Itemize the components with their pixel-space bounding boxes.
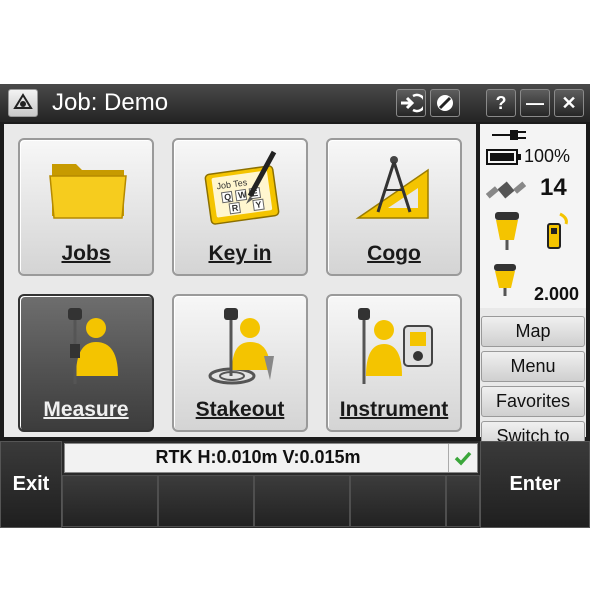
close-button[interactable]: ✕ bbox=[554, 89, 584, 117]
map-button[interactable]: Map bbox=[481, 316, 585, 347]
menu-button[interactable]: Menu bbox=[481, 351, 585, 382]
folder-icon bbox=[49, 164, 127, 219]
gnss-receiver-icon bbox=[495, 212, 519, 250]
login-button[interactable] bbox=[396, 89, 426, 117]
arrow-into-icon bbox=[401, 93, 423, 113]
rtk-precision-text: RTK H:0.010m V:0.015m bbox=[155, 447, 361, 467]
cogo-icon bbox=[355, 156, 429, 219]
exit-button[interactable]: Exit bbox=[0, 441, 62, 528]
instrument-tile[interactable]: Instrument bbox=[326, 294, 462, 432]
keyin-tile[interactable]: Job Tes Q W E R Y Key in bbox=[172, 138, 308, 276]
rtk-status-bar[interactable]: RTK H:0.010m V:0.015m bbox=[64, 443, 478, 473]
antenna-height: 2.000 bbox=[534, 284, 580, 304]
page-title: Job: Demo bbox=[52, 89, 169, 116]
app-window: Job: Demo ? — ✕ Jobs Job Tes Q W E R Y K… bbox=[0, 84, 590, 528]
side-panel: 100% 14 2.000 Map Menu Favorites Switch … bbox=[480, 124, 586, 451]
help-button[interactable]: ? bbox=[486, 89, 516, 117]
instrument-label: Instrument bbox=[339, 398, 449, 421]
cogo-label: Cogo bbox=[367, 242, 421, 265]
radio-controller-icon bbox=[547, 212, 568, 249]
softkey-5[interactable] bbox=[446, 475, 480, 527]
minimize-button[interactable]: — bbox=[520, 89, 550, 117]
title-bar: Job: Demo ? — ✕ bbox=[0, 84, 590, 122]
favorites-button-label: Favorites bbox=[495, 391, 571, 411]
softkey-1[interactable] bbox=[62, 475, 158, 527]
map-button-label: Map bbox=[515, 321, 551, 341]
check-icon bbox=[454, 451, 472, 466]
rtk-check-cell bbox=[448, 444, 477, 472]
softkey-2[interactable] bbox=[158, 475, 254, 527]
rover-antenna-icon bbox=[494, 264, 516, 296]
stakeout-label: Stakeout bbox=[195, 398, 285, 421]
softkey-4[interactable] bbox=[350, 475, 446, 527]
satellite-count: 14 bbox=[540, 174, 567, 201]
measure-icon bbox=[68, 308, 118, 384]
main-menu-grid: Jobs Job Tes Q W E R Y Key in Cogo Measu… bbox=[4, 124, 476, 437]
softkey-3[interactable] bbox=[254, 475, 350, 527]
menu-button-label: Menu bbox=[510, 356, 556, 376]
enter-button[interactable]: Enter bbox=[480, 441, 590, 528]
no-entry-button[interactable] bbox=[430, 89, 460, 117]
favorites-button[interactable]: Favorites bbox=[481, 386, 585, 417]
jobs-label: Jobs bbox=[61, 242, 111, 265]
keyin-icon: Job Tes Q W E R Y bbox=[204, 150, 280, 225]
no-entry-icon bbox=[437, 95, 453, 111]
battery-level: 100% bbox=[524, 146, 571, 166]
status-panel[interactable]: 100% 14 2.000 bbox=[480, 124, 586, 308]
keyin-label: Key in bbox=[208, 242, 272, 265]
instrument-icon bbox=[358, 308, 433, 384]
key-q: Q bbox=[223, 192, 231, 203]
stakeout-icon bbox=[208, 308, 274, 385]
jobs-tile[interactable]: Jobs bbox=[18, 138, 154, 276]
cogo-tile[interactable]: Cogo bbox=[326, 138, 462, 276]
measure-tile[interactable]: Measure bbox=[18, 294, 154, 432]
bottom-bar: Exit RTK H:0.010m V:0.015m Enter bbox=[0, 441, 590, 528]
power-plug-icon bbox=[492, 130, 526, 140]
stakeout-tile[interactable]: Stakeout bbox=[172, 294, 308, 432]
measure-label: Measure bbox=[43, 398, 129, 421]
app-logo-icon[interactable] bbox=[8, 89, 38, 117]
battery-icon bbox=[486, 149, 521, 165]
satellite-icon bbox=[486, 181, 526, 199]
